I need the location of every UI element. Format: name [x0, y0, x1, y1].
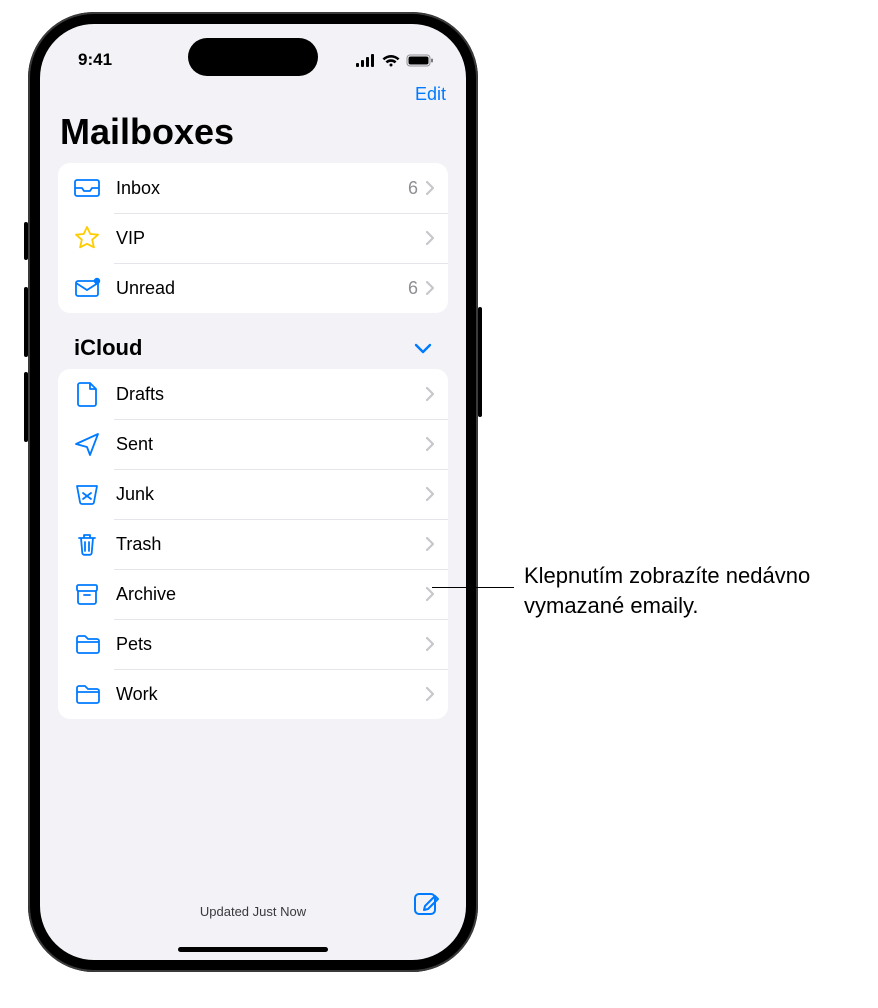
- sent-icon: [72, 429, 102, 459]
- trash-icon: [72, 529, 102, 559]
- unread-icon: [72, 273, 102, 303]
- nav-bar: Edit: [40, 80, 466, 105]
- page-title: Mailboxes: [40, 105, 466, 163]
- mailbox-row-inbox[interactable]: Inbox6: [58, 163, 448, 213]
- compose-icon: [412, 888, 442, 918]
- folder-icon: [72, 679, 102, 709]
- mailbox-count: 6: [408, 178, 418, 199]
- callout-text: Klepnutím zobrazíte nedávno vymazané ema…: [524, 561, 864, 620]
- icloud-section-label: iCloud: [74, 335, 142, 361]
- chevron-right-icon: [426, 231, 434, 245]
- status-time: 9:41: [78, 50, 112, 70]
- toolbar-status: Updated Just Now: [200, 904, 306, 919]
- mailbox-row-work[interactable]: Work: [58, 669, 448, 719]
- mailbox-row-drafts[interactable]: Drafts: [58, 369, 448, 419]
- chevron-right-icon: [426, 637, 434, 651]
- chevron-right-icon: [426, 487, 434, 501]
- battery-icon: [406, 54, 434, 67]
- mailbox-row-sent[interactable]: Sent: [58, 419, 448, 469]
- junk-icon: [72, 479, 102, 509]
- mailbox-label: Sent: [116, 434, 426, 455]
- phone-frame: 9:41 Edit Mailboxes Inbox6VIPUnread6 iCl…: [28, 12, 478, 972]
- edit-button[interactable]: Edit: [415, 84, 446, 105]
- mailbox-label: VIP: [116, 228, 426, 249]
- chevron-right-icon: [426, 537, 434, 551]
- mailbox-row-trash[interactable]: Trash: [58, 519, 448, 569]
- icloud-mailboxes-group: Drafts Sent Junk Trash Archive Pets Work: [58, 369, 448, 719]
- mailbox-label: Trash: [116, 534, 426, 555]
- cellular-icon: [356, 54, 376, 67]
- mailbox-label: Drafts: [116, 384, 426, 405]
- callout-leader-line: [432, 587, 514, 588]
- mailbox-label: Inbox: [116, 178, 408, 199]
- mailbox-row-unread[interactable]: Unread6: [58, 263, 448, 313]
- chevron-right-icon: [426, 437, 434, 451]
- vip-icon: [72, 223, 102, 253]
- mailbox-label: Unread: [116, 278, 408, 299]
- mailbox-row-archive[interactable]: Archive: [58, 569, 448, 619]
- home-indicator: [178, 947, 328, 952]
- icloud-section-header[interactable]: iCloud: [58, 313, 448, 369]
- mailbox-label: Archive: [116, 584, 426, 605]
- wifi-icon: [382, 54, 400, 67]
- mailboxes-smart-group: Inbox6VIPUnread6: [58, 163, 448, 313]
- mailbox-row-junk[interactable]: Junk: [58, 469, 448, 519]
- mailbox-row-vip[interactable]: VIP: [58, 213, 448, 263]
- drafts-icon: [72, 379, 102, 409]
- chevron-right-icon: [426, 687, 434, 701]
- archive-icon: [72, 579, 102, 609]
- mailbox-count: 6: [408, 278, 418, 299]
- mailbox-label: Work: [116, 684, 426, 705]
- chevron-right-icon: [426, 181, 434, 195]
- screen: 9:41 Edit Mailboxes Inbox6VIPUnread6 iCl…: [40, 24, 466, 960]
- folder-icon: [72, 629, 102, 659]
- chevron-right-icon: [426, 587, 434, 601]
- mailbox-row-pets[interactable]: Pets: [58, 619, 448, 669]
- compose-button[interactable]: [412, 888, 442, 918]
- chevron-right-icon: [426, 281, 434, 295]
- dynamic-island: [188, 38, 318, 76]
- mailbox-label: Pets: [116, 634, 426, 655]
- chevron-right-icon: [426, 387, 434, 401]
- inbox-icon: [72, 173, 102, 203]
- mailbox-label: Junk: [116, 484, 426, 505]
- chevron-down-icon: [414, 342, 432, 354]
